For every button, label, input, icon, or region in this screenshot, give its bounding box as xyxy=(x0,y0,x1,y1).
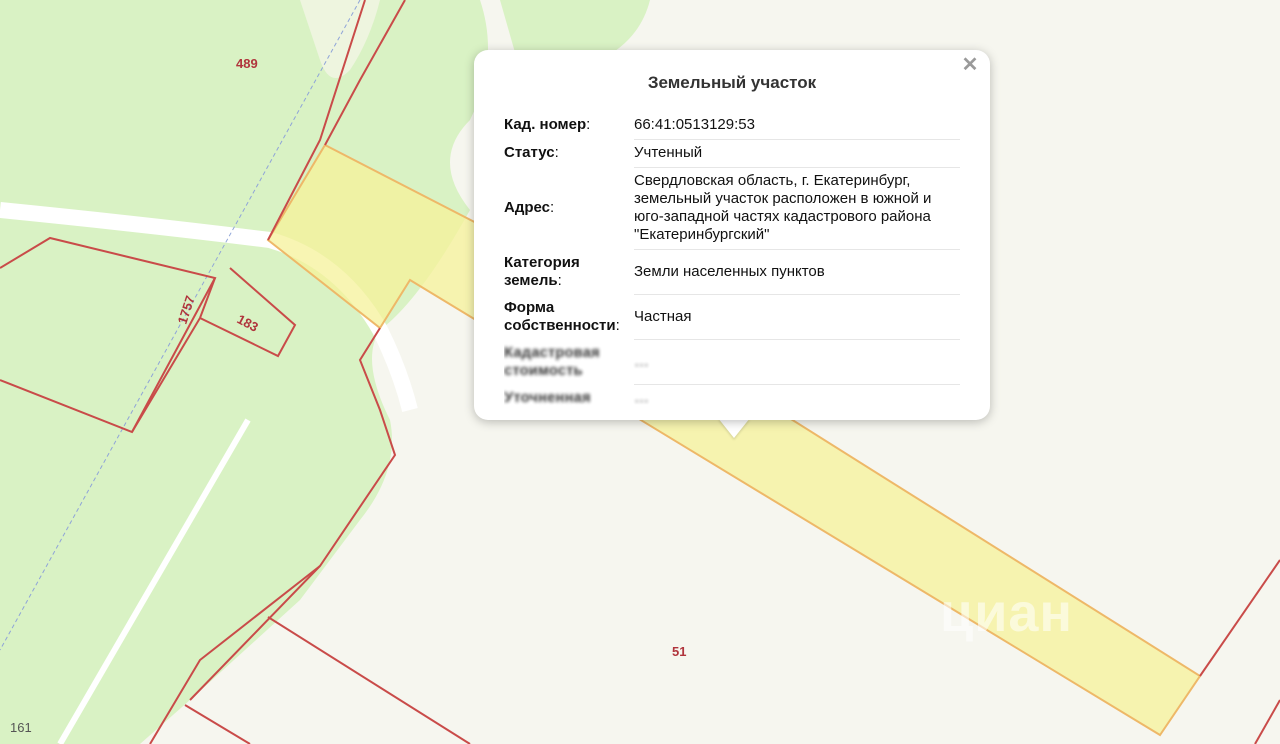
info-row: Категория земель: Земли населенных пункто… xyxy=(504,249,960,295)
popup-tail xyxy=(718,418,750,438)
info-row: Форма собственности: Частная xyxy=(504,294,960,340)
info-row-label: Категория земель: xyxy=(504,253,580,289)
info-row-value: 66:41:0513129:53 xyxy=(634,112,960,140)
info-row-label: Форма собственности: xyxy=(504,298,620,334)
popup-title: Земельный участок xyxy=(647,73,817,92)
corner-label: 161 xyxy=(10,720,32,735)
info-row: Уточненная … xyxy=(504,384,960,412)
info-row: Статус: Учтенный xyxy=(504,139,960,168)
watermark-logo: циан xyxy=(940,583,1074,643)
info-row-value: … xyxy=(634,339,960,385)
info-row: Кадастровая стоимость … xyxy=(504,339,960,385)
popup-body[interactable]: Кад. номер: 66:41:0513129:53 Статус: Учтенн… xyxy=(504,112,960,412)
info-row-label: Статус: xyxy=(504,144,559,161)
info-row-value: Частная xyxy=(634,294,960,340)
info-table: Кад. номер: 66:41:0513129:53 Статус: Учтенн… xyxy=(504,112,960,412)
land-plot-popup: ✕ Земельный участок Кад. номер: 66:41:051… xyxy=(474,50,990,420)
info-row-label: Адрес: xyxy=(504,199,555,216)
close-icon[interactable]: ✕ xyxy=(960,55,980,75)
info-row-label: Уточненная xyxy=(504,389,591,406)
plot-number-489: 489 xyxy=(236,56,258,71)
info-row-value: Свердловская область, г. Екатеринбург, з… xyxy=(634,167,960,250)
info-row-value: Учтенный xyxy=(634,139,960,168)
info-row: Кад. номер: 66:41:0513129:53 xyxy=(504,112,960,140)
plot-number-51: 51 xyxy=(672,644,686,659)
info-row-value: … xyxy=(634,384,960,412)
info-row-label: Кад. номер: xyxy=(504,116,591,134)
info-row-label: Кадастровая стоимость xyxy=(504,343,600,379)
info-row: Адрес: Свердловская область, г. Екатеринб… xyxy=(504,167,960,250)
info-row-value: Земли населенных пунктов xyxy=(634,249,960,295)
